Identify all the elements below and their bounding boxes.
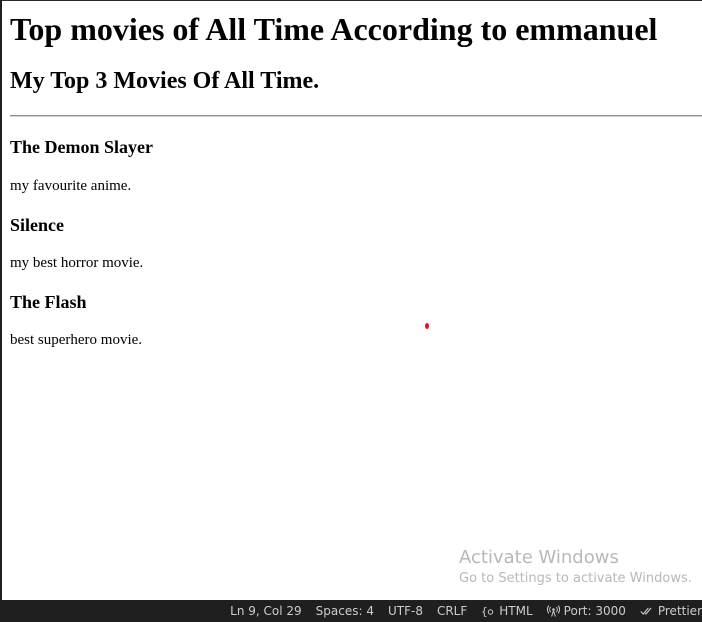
page-subtitle: My Top 3 Movies Of All Time. <box>10 68 320 94</box>
horizontal-rule <box>10 115 702 117</box>
formatter-label: Prettier <box>657 604 702 618</box>
broadcast-icon <box>546 605 560 617</box>
indentation-selector[interactable]: Spaces: 4 <box>309 600 381 622</box>
prettier-formatter-button[interactable]: Prettier <box>633 600 702 622</box>
live-server-button[interactable]: Port: 3000 <box>540 600 633 622</box>
browser-preview: Top movies of All Time According to emma… <box>2 1 702 600</box>
page-title: Top movies of All Time According to emma… <box>10 11 658 47</box>
line-endings-label: CRLF <box>436 604 468 618</box>
live-server-label: Port: 3000 <box>563 604 626 618</box>
cursor-position-indicator[interactable]: Ln 9, Col 29 <box>223 600 309 622</box>
watermark-title: Activate Windows <box>459 547 619 568</box>
movie-description-silence: my best horror movie. <box>10 255 144 271</box>
watermark-subtitle: Go to Settings to activate Windows. <box>459 571 692 586</box>
line-endings-selector[interactable]: CRLF <box>430 600 474 622</box>
svg-text:{: { <box>481 605 488 617</box>
movie-title-silence: Silence <box>10 215 64 235</box>
encoding-label: UTF-8 <box>387 604 423 618</box>
movie-title-the-flash: The Flash <box>10 292 87 312</box>
activate-windows-watermark: Activate Windows Go to Settings to activ… <box>459 547 692 588</box>
editor-status-bar: Ln 9, Col 29 Spaces: 4 UTF-8 CRLF { HTML <box>0 600 702 622</box>
double-check-icon <box>640 606 654 616</box>
movie-title-demon-slayer: The Demon Slayer <box>10 137 153 157</box>
encoding-selector[interactable]: UTF-8 <box>381 600 430 622</box>
movie-description-the-flash: best superhero movie. <box>10 332 143 348</box>
movie-description-demon-slayer: my favourite anime. <box>10 178 132 194</box>
language-mode-selector[interactable]: { HTML <box>474 600 539 622</box>
mouse-cursor-dot <box>425 323 429 329</box>
cursor-position-label: Ln 9, Col 29 <box>230 604 302 618</box>
language-label: HTML <box>499 604 533 618</box>
indentation-label: Spaces: 4 <box>315 604 374 618</box>
braces-icon: { <box>481 605 495 617</box>
